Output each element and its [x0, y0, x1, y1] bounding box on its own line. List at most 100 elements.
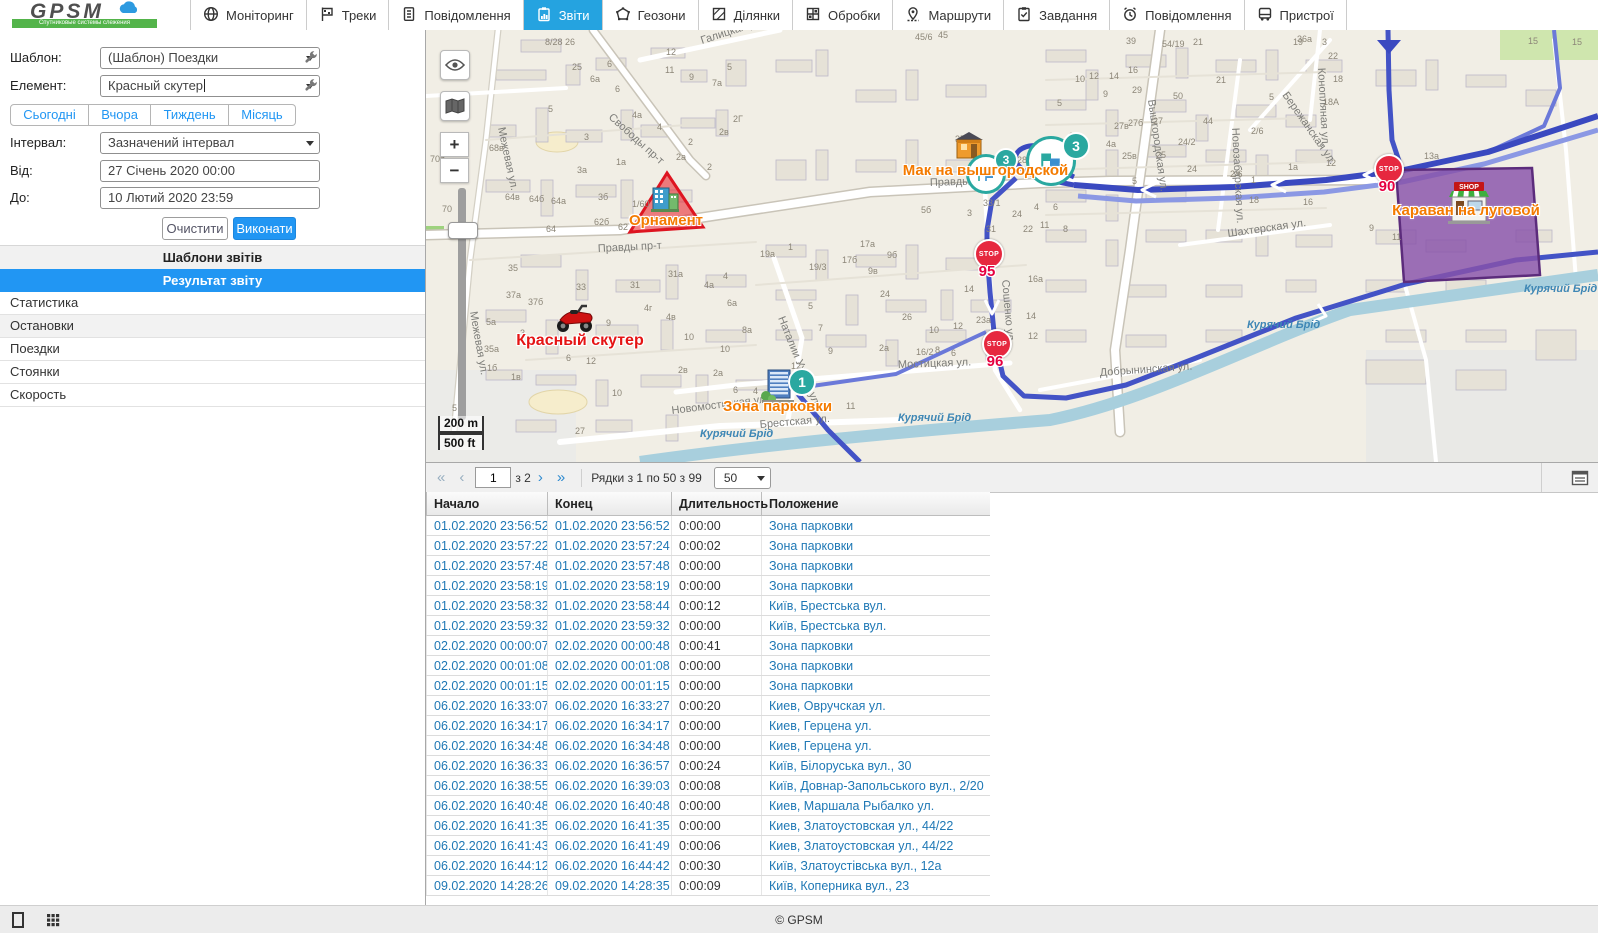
zoom-out-button[interactable]: −	[440, 158, 469, 183]
quick-range-button[interactable]: Тиждень	[151, 104, 229, 126]
cluster-count-badge[interactable]: 3	[1062, 132, 1090, 160]
section-report-templates[interactable]: Шаблони звітів	[0, 245, 425, 270]
last-page-button[interactable]: »	[550, 469, 572, 486]
tab-10-alarm[interactable]: Повідомлення	[1110, 0, 1244, 30]
app-logo[interactable]: GPSM Спутниковые системы слежения	[0, 0, 191, 30]
zoom-slider-handle[interactable]	[448, 222, 478, 239]
table-row[interactable]: 06.02.2020 16:33:0706.02.2020 16:33:270:…	[427, 696, 991, 716]
table-row[interactable]: 01.02.2020 23:59:3201.02.2020 23:59:320:…	[427, 616, 991, 636]
column-header-start[interactable]: Начало	[427, 492, 548, 516]
template-select[interactable]: (Шаблон) Поездки	[100, 47, 320, 69]
template-settings-wrench-icon[interactable]	[303, 49, 319, 65]
map-label-ornament[interactable]: Орнамент	[601, 212, 731, 229]
export-table-button[interactable]	[1570, 468, 1590, 488]
tab-1-globe[interactable]: Моніторинг	[191, 0, 307, 30]
table-row[interactable]: 06.02.2020 16:41:4306.02.2020 16:41:490:…	[427, 836, 991, 856]
column-header-end[interactable]: Конец	[548, 492, 672, 516]
page-size-select[interactable]: 50	[714, 467, 771, 489]
table-row[interactable]: 01.02.2020 23:58:3201.02.2020 23:58:440:…	[427, 596, 991, 616]
cell-start: 06.02.2020 16:33:07	[427, 696, 548, 716]
column-header-duration[interactable]: Длительность	[672, 492, 762, 516]
map[interactable]: Свободы пр-тПравды пр-тПравды пр-тМежева…	[426, 30, 1598, 463]
map-label-scooter[interactable]: Красный скутер	[495, 332, 665, 350]
column-header-position[interactable]: Положение	[762, 492, 991, 516]
tab-2-flag[interactable]: Треки	[307, 0, 390, 30]
house-number: 4	[723, 271, 728, 281]
report-item[interactable]: Остановки	[0, 315, 425, 338]
tab-9-task[interactable]: Завдання	[1004, 0, 1110, 30]
app-window: GPSM Спутниковые системы слежения Моніто…	[0, 0, 1598, 933]
table-row[interactable]: 01.02.2020 23:58:1901.02.2020 23:58:190:…	[427, 576, 991, 596]
house-number: 6	[615, 84, 620, 94]
quick-range-button[interactable]: Сьогодні	[10, 104, 89, 126]
tab-7-grid[interactable]: Обробки	[793, 0, 893, 30]
table-row[interactable]: 02.02.2020 00:01:0802.02.2020 00:01:080:…	[427, 656, 991, 676]
cell-end: 06.02.2020 16:34:48	[548, 736, 672, 756]
quick-range-button[interactable]: Місяць	[229, 104, 296, 126]
building	[1266, 50, 1278, 80]
eye-icon	[445, 58, 465, 72]
tab-11-bus[interactable]: Пристрої	[1245, 0, 1347, 30]
element-settings-wrench-icon[interactable]	[303, 77, 319, 93]
first-page-button[interactable]: «	[430, 469, 452, 486]
from-date-input[interactable]: 27 Січень 2020 00:00	[100, 160, 320, 182]
report-item[interactable]: Поездки	[0, 338, 425, 361]
house-number: 4г	[644, 303, 653, 313]
cell-position: Зона парковки	[762, 576, 991, 596]
table-row[interactable]: 06.02.2020 16:40:4806.02.2020 16:40:480:…	[427, 796, 991, 816]
table-row[interactable]: 06.02.2020 16:34:4806.02.2020 16:34:480:…	[427, 736, 991, 756]
table-row[interactable]: 06.02.2020 16:44:1206.02.2020 16:44:420:…	[427, 856, 991, 876]
building	[596, 420, 632, 432]
table-row[interactable]: 06.02.2020 16:34:1706.02.2020 16:34:170:…	[427, 716, 991, 736]
tab-5-polygon[interactable]: Геозони	[603, 0, 699, 30]
cell-end: 02.02.2020 00:00:48	[548, 636, 672, 656]
logo-tagline: Спутниковые системы слежения	[12, 19, 157, 28]
house-number: 17а	[860, 239, 875, 249]
section-report-result[interactable]: Результат звіту	[0, 269, 425, 292]
building	[1296, 235, 1332, 247]
cell-position: Київ, Білоруська вул., 30	[762, 756, 991, 776]
table-row[interactable]: 01.02.2020 23:56:5201.02.2020 23:56:520:…	[427, 516, 991, 536]
report-item[interactable]: Статистика	[0, 292, 425, 315]
tab-6-hatch[interactable]: Ділянки	[699, 0, 793, 30]
next-page-button[interactable]: ›	[531, 469, 550, 486]
tab-8-route-pin[interactable]: Маршрути	[893, 0, 1004, 30]
table-row[interactable]: 09.02.2020 14:28:2609.02.2020 14:28:350:…	[427, 876, 991, 896]
table-row[interactable]: 01.02.2020 23:57:2201.02.2020 23:57:240:…	[427, 536, 991, 556]
map-label-karavan[interactable]: Караван на луговой	[1366, 202, 1566, 219]
house-number: 15	[1572, 37, 1582, 47]
clear-button[interactable]: Очистити	[162, 217, 228, 240]
table-row[interactable]: 01.02.2020 23:57:4801.02.2020 23:57:480:…	[427, 556, 991, 576]
report-item[interactable]: Стоянки	[0, 361, 425, 384]
house-number: 4	[657, 122, 662, 132]
parking-count-badge[interactable]: 1	[788, 368, 816, 396]
cell-duration: 0:00:20	[672, 696, 762, 716]
to-date-input[interactable]: 10 Лютий 2020 23:59	[100, 187, 320, 209]
prev-page-button[interactable]: ‹	[452, 469, 471, 486]
interval-select[interactable]: Зазначений інтервал	[100, 132, 320, 154]
map-layers-button[interactable]	[440, 91, 470, 121]
house-number: 1/60	[632, 199, 650, 209]
page-number-input[interactable]	[475, 467, 511, 488]
map-label-parking[interactable]: Зона парковки	[705, 398, 850, 415]
tab-3-document[interactable]: Повідомлення	[389, 0, 523, 30]
table-row[interactable]: 06.02.2020 16:38:5506.02.2020 16:39:030:…	[427, 776, 991, 796]
house-number: 5	[1269, 92, 1274, 102]
quick-range-button[interactable]: Вчора	[89, 104, 151, 126]
tab-4-report[interactable]: Звіти	[524, 0, 603, 30]
building	[1426, 60, 1438, 90]
report-item[interactable]: Скорость	[0, 384, 425, 407]
house-number: 5	[727, 62, 732, 72]
cell-end: 02.02.2020 00:01:08	[548, 656, 672, 676]
table-row[interactable]: 06.02.2020 16:41:3506.02.2020 16:41:350:…	[427, 816, 991, 836]
table-row[interactable]: 06.02.2020 16:36:3306.02.2020 16:36:570:…	[427, 756, 991, 776]
run-button[interactable]: Виконати	[233, 217, 296, 240]
element-combo[interactable]: Красный скутер	[100, 75, 320, 97]
zoom-in-button[interactable]: +	[440, 132, 469, 157]
scale-metric: 200 m	[438, 416, 484, 433]
table-row[interactable]: 02.02.2020 00:00:0702.02.2020 00:00:480:…	[427, 636, 991, 656]
building	[536, 375, 576, 385]
map-label-mak[interactable]: Мак на вышгородской	[893, 162, 1078, 179]
table-row[interactable]: 02.02.2020 00:01:1502.02.2020 00:01:150:…	[427, 676, 991, 696]
visibility-eye-button[interactable]	[440, 50, 470, 80]
